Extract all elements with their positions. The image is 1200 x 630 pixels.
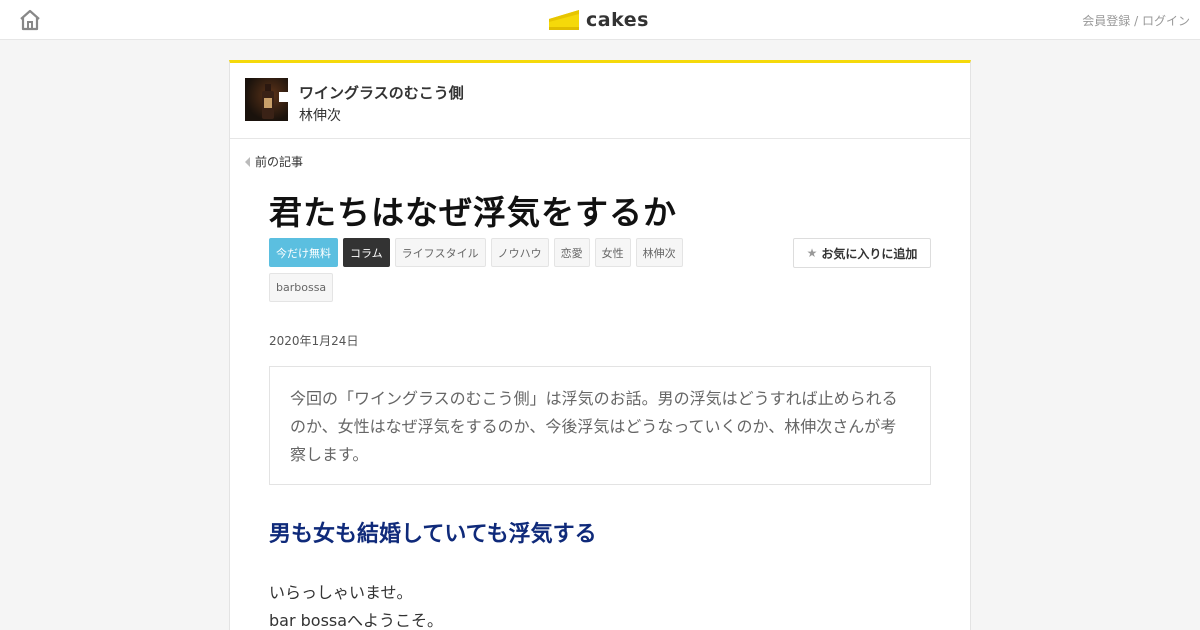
auth-separator: / (1130, 14, 1142, 28)
tag-women[interactable]: 女性 (594, 238, 631, 267)
tag-love[interactable]: 恋愛 (553, 238, 590, 267)
paragraph-line: いらっしゃいませ。 (269, 583, 413, 602)
add-favorite-button[interactable]: ★ お気に入りに追加 (793, 238, 931, 268)
lead-text: 今回の「ワイングラスのむこう側」は浮気のお話。男の浮気はどうすれば止められるのか… (290, 389, 898, 464)
top-bar: cakes 会員登録 / ログイン (0, 0, 1200, 40)
article-card: ワイングラスのむこう側 林伸次 前の記事 君たちはなぜ浮気をするか 今だけ無料 … (229, 60, 971, 630)
register-link[interactable]: 会員登録 (1082, 14, 1130, 28)
series-thumbnail[interactable] (245, 78, 288, 121)
tag-free[interactable]: 今だけ無料 (269, 238, 338, 267)
publish-date: 2020年1月24日 (269, 334, 359, 348)
triangle-left-icon (245, 156, 250, 167)
prev-article-link[interactable]: 前の記事 (245, 153, 303, 170)
tag-column[interactable]: コラム (343, 238, 390, 267)
tag-list: 今だけ無料 コラム ライフスタイル ノウハウ 恋愛 女性 林伸次 barboss… (269, 238, 689, 308)
tag-knowhow[interactable]: ノウハウ (490, 238, 549, 267)
prev-article-label: 前の記事 (255, 155, 304, 169)
section-heading: 男も女も結婚していても浮気する (269, 522, 597, 547)
article-body: いらっしゃいませ。 bar bossaへようこそ。 (269, 579, 443, 630)
auth-links: 会員登録 / ログイン (1082, 12, 1190, 29)
series-header[interactable]: ワイングラスのむこう側 林伸次 (230, 63, 970, 139)
tag-lifestyle[interactable]: ライフスタイル (394, 238, 486, 267)
paragraph-line: bar bossaへようこそ。 (269, 611, 444, 630)
tag-author[interactable]: 林伸次 (635, 238, 683, 267)
star-icon: ★ (806, 246, 818, 260)
series-title[interactable]: ワイングラスのむこう側 (299, 82, 464, 103)
tag-barbossa[interactable]: barbossa (269, 273, 334, 302)
lead-box: 今回の「ワイングラスのむこう側」は浮気のお話。男の浮気はどうすれば止められるのか… (269, 366, 931, 485)
logo-text: cakes (586, 9, 649, 31)
article-title: 君たちはなぜ浮気をするか (269, 193, 677, 232)
home-icon[interactable] (18, 8, 42, 32)
favorite-label: お気に入りに追加 (821, 246, 918, 261)
wine-bottle-image (245, 78, 288, 121)
login-link[interactable]: ログイン (1142, 14, 1190, 28)
cheesecake-logo-icon (549, 10, 579, 30)
cakes-logo[interactable]: cakes (548, 6, 649, 34)
series-author[interactable]: 林伸次 (299, 105, 341, 125)
